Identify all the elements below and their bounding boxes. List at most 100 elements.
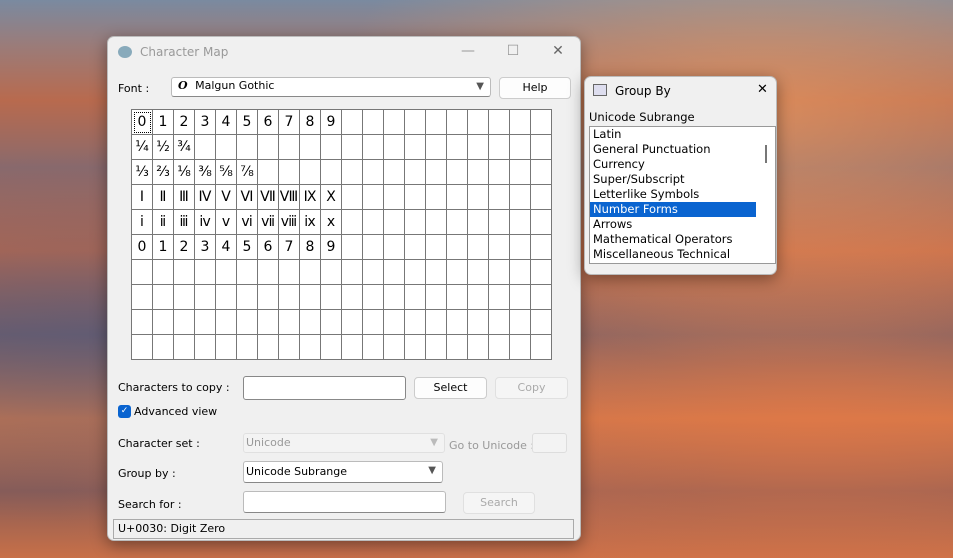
character-cell[interactable] [426, 210, 447, 235]
dialog-close-button[interactable]: ✕ [757, 82, 768, 97]
character-cell[interactable] [195, 335, 216, 360]
character-cell[interactable]: 9 [321, 110, 342, 135]
character-cell[interactable]: ⅰ [132, 210, 153, 235]
character-cell[interactable]: ⅱ [153, 210, 174, 235]
character-cell[interactable]: ⅵ [237, 210, 258, 235]
search-input[interactable] [243, 491, 446, 513]
character-cell[interactable] [510, 310, 531, 335]
character-cell[interactable] [279, 260, 300, 285]
character-cell[interactable] [258, 310, 279, 335]
character-cell[interactable] [300, 160, 321, 185]
character-cell[interactable]: ⅸ [300, 210, 321, 235]
character-cell[interactable] [216, 335, 237, 360]
goto-unicode-input[interactable] [532, 433, 567, 453]
character-cell[interactable] [300, 335, 321, 360]
group-list-item[interactable]: Currency [590, 157, 756, 172]
character-cell[interactable]: ⅲ [174, 210, 195, 235]
character-cell[interactable] [153, 335, 174, 360]
character-cell[interactable] [258, 260, 279, 285]
character-cell[interactable]: ⅔ [153, 160, 174, 185]
character-cell[interactable] [174, 310, 195, 335]
character-cell[interactable]: 2 [174, 110, 195, 135]
character-cell[interactable] [531, 310, 552, 335]
character-cell[interactable] [447, 135, 468, 160]
character-cell[interactable] [405, 185, 426, 210]
character-cell[interactable] [384, 260, 405, 285]
font-dropdown[interactable]: O Malgun Gothic ▼ [171, 77, 491, 97]
advanced-view-checkbox[interactable]: ✓ [118, 405, 131, 418]
character-cell[interactable]: Ⅴ [216, 185, 237, 210]
character-cell[interactable]: 3 [195, 235, 216, 260]
character-cell[interactable] [237, 135, 258, 160]
character-cell[interactable] [510, 160, 531, 185]
character-cell[interactable] [468, 160, 489, 185]
character-cell[interactable] [468, 110, 489, 135]
character-cell[interactable]: ¾ [174, 135, 195, 160]
character-cell[interactable] [510, 110, 531, 135]
character-cell[interactable] [195, 135, 216, 160]
group-by-dropdown[interactable]: Unicode Subrange ▼ [243, 461, 443, 483]
character-cell[interactable]: Ⅱ [153, 185, 174, 210]
character-cell[interactable]: Ⅰ [132, 185, 153, 210]
character-cell[interactable] [132, 285, 153, 310]
character-cell[interactable] [426, 285, 447, 310]
character-cell[interactable] [384, 285, 405, 310]
character-cell[interactable]: 7 [279, 110, 300, 135]
minimize-button[interactable]: — [458, 43, 478, 59]
character-cell[interactable] [195, 310, 216, 335]
character-cell[interactable] [237, 285, 258, 310]
character-cell[interactable]: 8 [300, 235, 321, 260]
character-cell[interactable] [384, 185, 405, 210]
character-cell[interactable] [237, 260, 258, 285]
character-cell[interactable] [279, 335, 300, 360]
character-cell[interactable] [384, 235, 405, 260]
character-cell[interactable] [426, 235, 447, 260]
character-cell[interactable] [342, 110, 363, 135]
character-cell[interactable] [300, 260, 321, 285]
character-cell[interactable] [153, 310, 174, 335]
character-cell[interactable] [237, 335, 258, 360]
character-cell[interactable]: ¼ [132, 135, 153, 160]
character-cell[interactable] [426, 110, 447, 135]
character-cell[interactable] [447, 235, 468, 260]
character-cell[interactable] [510, 235, 531, 260]
character-cell[interactable] [405, 160, 426, 185]
character-cell[interactable]: 6 [258, 235, 279, 260]
character-cell[interactable] [132, 260, 153, 285]
character-cell[interactable] [405, 235, 426, 260]
character-cell[interactable] [363, 135, 384, 160]
character-cell[interactable]: 9 [321, 235, 342, 260]
character-cell[interactable] [489, 210, 510, 235]
character-cell[interactable]: ⅞ [237, 160, 258, 185]
character-cell[interactable] [321, 335, 342, 360]
character-cell[interactable]: Ⅶ [258, 185, 279, 210]
character-cell[interactable] [342, 135, 363, 160]
character-cell[interactable] [489, 285, 510, 310]
character-cell[interactable] [174, 285, 195, 310]
character-cell[interactable] [342, 260, 363, 285]
character-cell[interactable] [510, 135, 531, 160]
character-cell[interactable] [447, 210, 468, 235]
character-cell[interactable] [321, 310, 342, 335]
character-cell[interactable]: Ⅸ [300, 185, 321, 210]
character-cell[interactable] [405, 110, 426, 135]
group-list-item[interactable]: Mathematical Operators [590, 232, 756, 247]
character-cell[interactable] [426, 185, 447, 210]
character-cell[interactable] [468, 210, 489, 235]
scrollbar-thumb[interactable] [765, 145, 767, 163]
character-cell[interactable] [258, 285, 279, 310]
group-list[interactable]: Latin General Punctuation Currency Super/Su… [589, 126, 776, 264]
character-cell[interactable] [384, 160, 405, 185]
character-cell[interactable] [363, 235, 384, 260]
character-cell[interactable]: 0 [132, 235, 153, 260]
character-cell[interactable] [468, 260, 489, 285]
group-list-item[interactable]: General Punctuation [590, 142, 756, 157]
character-cell[interactable] [363, 160, 384, 185]
character-cell[interactable] [510, 185, 531, 210]
character-cell[interactable] [174, 260, 195, 285]
character-cell[interactable]: ⅛ [174, 160, 195, 185]
character-cell[interactable] [405, 335, 426, 360]
character-cell[interactable] [195, 285, 216, 310]
character-cell[interactable]: Ⅳ [195, 185, 216, 210]
maximize-button[interactable]: ☐ [503, 43, 523, 59]
